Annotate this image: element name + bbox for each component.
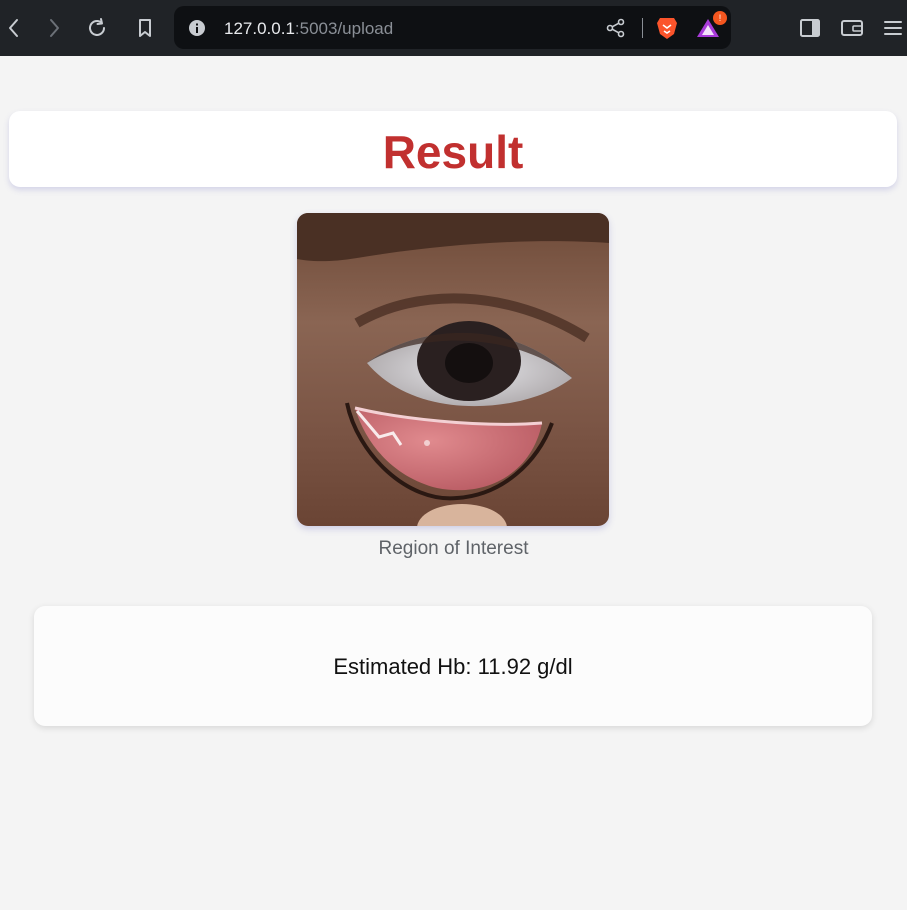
region-of-interest-image bbox=[297, 213, 609, 526]
wallet-icon[interactable] bbox=[838, 14, 866, 42]
url-host: 127.0.0.1 bbox=[224, 19, 295, 38]
result-header-card: Result bbox=[9, 111, 897, 187]
back-icon[interactable] bbox=[0, 14, 28, 42]
image-caption: Region of Interest bbox=[378, 538, 529, 559]
estimate-value: 11.92 g/dl bbox=[477, 654, 573, 679]
address-bar[interactable]: 127.0.0.1:5003/upload bbox=[174, 6, 731, 49]
estimate-card: Estimated Hb: 11.92 g/dl bbox=[34, 606, 872, 726]
browser-toolbar: 127.0.0.1:5003/upload ! bbox=[0, 0, 907, 56]
page-title: Result bbox=[382, 126, 524, 178]
rewards-badge: ! bbox=[713, 11, 727, 25]
forward-icon[interactable] bbox=[40, 14, 68, 42]
sidebar-icon[interactable] bbox=[796, 14, 824, 42]
brave-lion-icon[interactable] bbox=[656, 16, 678, 45]
url-path: :5003/upload bbox=[294, 19, 394, 38]
bookmark-icon[interactable] bbox=[131, 14, 159, 42]
address-bar-divider bbox=[642, 18, 643, 38]
estimate-text: Estimated Hb: 11.92 g/dl bbox=[34, 654, 872, 680]
share-icon[interactable] bbox=[606, 18, 626, 43]
info-icon[interactable] bbox=[188, 19, 206, 42]
reload-icon[interactable] bbox=[83, 14, 111, 42]
estimate-label: Estimated Hb: bbox=[333, 654, 472, 679]
url-text[interactable]: 127.0.0.1:5003/upload bbox=[224, 19, 393, 39]
menu-icon[interactable] bbox=[879, 14, 907, 42]
